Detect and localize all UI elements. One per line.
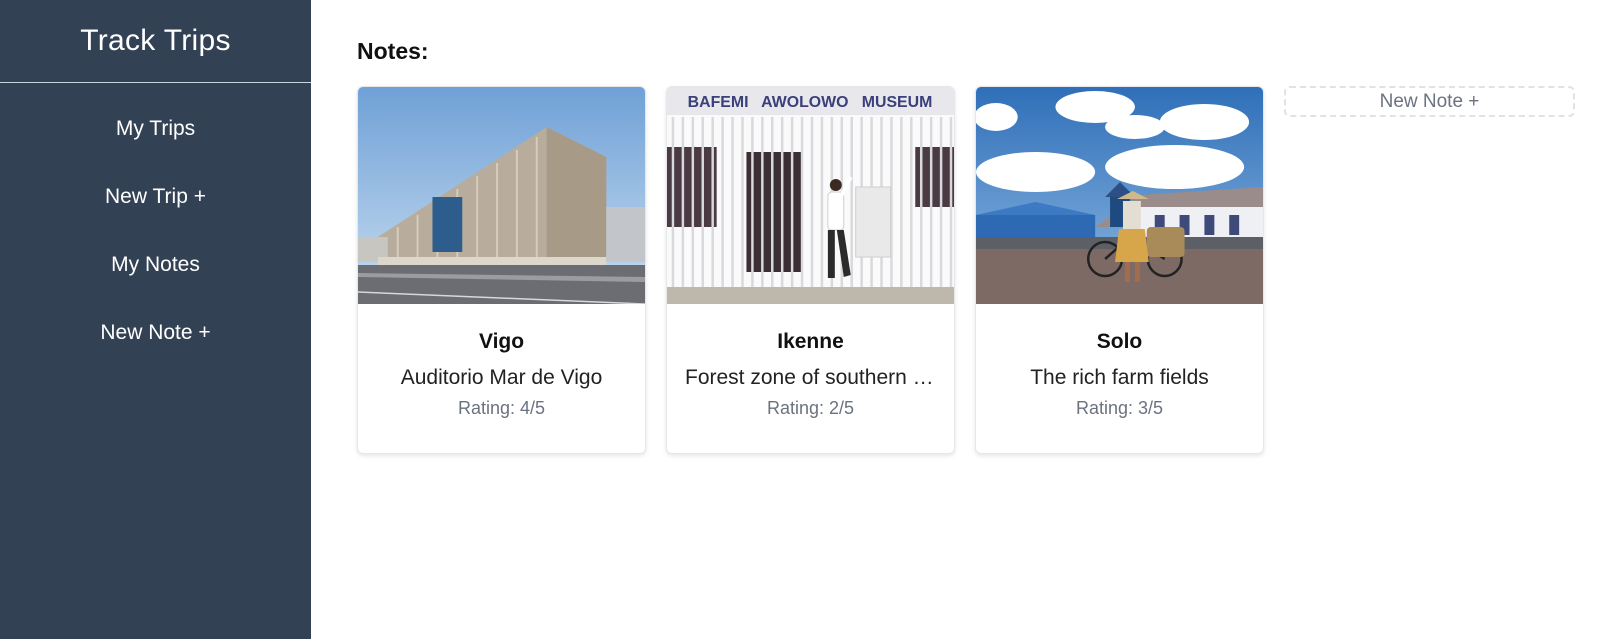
- card-title: Solo: [1096, 330, 1143, 353]
- sidebar-item-my-notes[interactable]: My Notes: [0, 231, 311, 299]
- museum-sign-text: BAFEMI AWOLOWO MUSEUM: [688, 94, 933, 111]
- museum-gate-photo: BAFEMI AWOLOWO MUSEUM: [667, 87, 954, 304]
- card-title: Vigo: [478, 330, 525, 353]
- page-title: Notes:: [357, 38, 429, 64]
- sidebar-item-new-note[interactable]: New Note +: [0, 299, 311, 367]
- card-description: The rich farm fields: [1030, 366, 1209, 389]
- card-title: Ikenne: [777, 330, 844, 353]
- app-title: Track Trips: [0, 0, 311, 83]
- note-card-solo[interactable]: Solo The rich farm fields Rating: 3/5: [975, 86, 1264, 454]
- card-rating: Rating: 3/5: [1075, 398, 1164, 418]
- card-rating: Rating: 2/5: [766, 398, 855, 418]
- main-content: Notes: Vigo Auditorio Mar de Vigo Rating…: [311, 0, 1600, 639]
- card-description: Auditorio Mar de Vigo: [400, 366, 603, 389]
- new-note-button[interactable]: New Note +: [1284, 86, 1575, 117]
- note-card-ikenne[interactable]: BAFEMI AWOLOWO MUSEUM Ikenne Forest zone…: [666, 86, 955, 454]
- modern-building-photo: [358, 87, 645, 304]
- note-card-vigo[interactable]: Vigo Auditorio Mar de Vigo Rating: 4/5: [357, 86, 646, 454]
- notes-grid: Vigo Auditorio Mar de Vigo Rating: 4/5 B…: [357, 86, 1600, 454]
- sidebar-item-my-trips[interactable]: My Trips: [0, 95, 311, 163]
- street-bicycle-photo: [976, 87, 1263, 304]
- sidebar-nav: My Trips New Trip + My Notes New Note +: [0, 83, 311, 367]
- card-rating: Rating: 4/5: [457, 398, 546, 418]
- sidebar-item-new-trip[interactable]: New Trip +: [0, 163, 311, 231]
- card-description: Forest zone of southern Nigeria: [685, 366, 954, 389]
- sidebar: Track Trips My Trips New Trip + My Notes…: [0, 0, 311, 639]
